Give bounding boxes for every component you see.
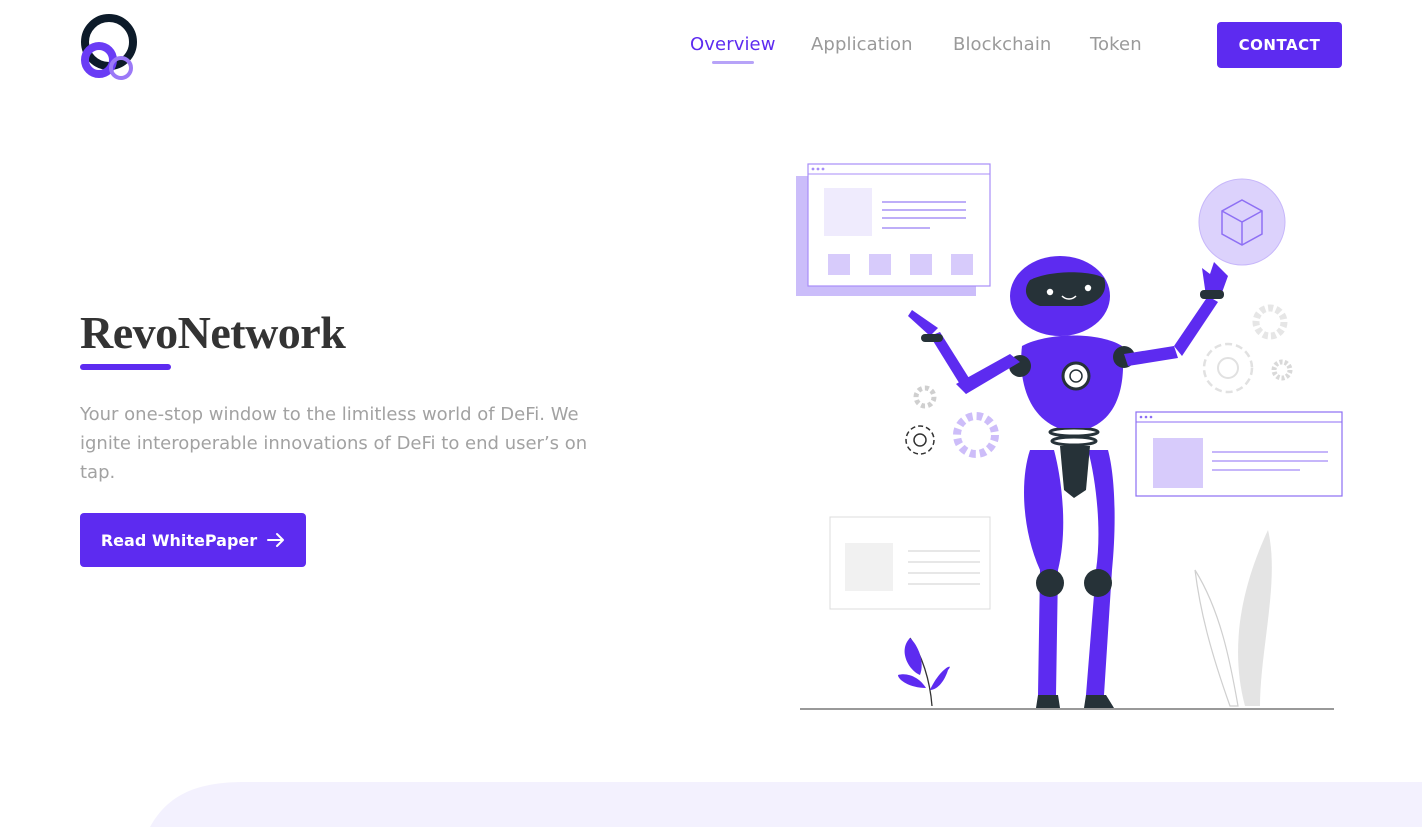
nav-item-overview[interactable]: Overview — [690, 34, 776, 55]
title-underline — [80, 364, 171, 370]
browser-panel-right — [1135, 411, 1343, 497]
read-whitepaper-button[interactable]: Read WhitePaper — [80, 513, 306, 567]
cta-label: Read WhitePaper — [100, 530, 258, 550]
plant-gray — [1194, 530, 1272, 707]
hero-title: RevoNetwork — [80, 307, 346, 358]
contact-button[interactable]: CONTACT — [1217, 22, 1342, 68]
plant-purple — [898, 637, 950, 707]
arrow-right-icon — [267, 533, 285, 547]
nav-active-indicator — [712, 61, 754, 64]
cube-icon — [1198, 178, 1286, 266]
hero-description: Your one-stop window to the limitless wo… — [80, 404, 588, 483]
section-background — [150, 782, 1422, 827]
browser-panel-top-left — [796, 163, 991, 296]
nav-item-token[interactable]: Token — [1090, 34, 1142, 55]
nav-item-application[interactable]: Application — [811, 34, 913, 55]
robot-illustration — [796, 163, 1343, 710]
main-nav: Overview Application Blockchain Token CO… — [0, 0, 1422, 92]
browser-panel-gray — [829, 516, 991, 610]
nav-item-blockchain[interactable]: Blockchain — [953, 34, 1051, 55]
